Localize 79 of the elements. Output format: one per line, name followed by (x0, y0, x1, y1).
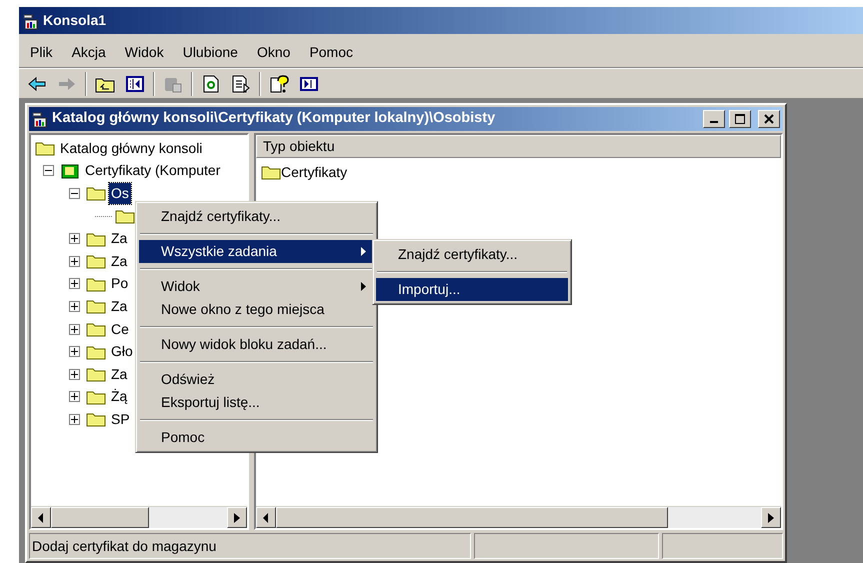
menu-item[interactable]: Ulubione (182, 42, 238, 63)
expand-icon[interactable] (69, 278, 80, 290)
menu-item[interactable]: Importuj... (376, 278, 568, 301)
menu-item[interactable]: Znajdź certyfikaty... (139, 205, 374, 228)
expand-icon[interactable] (69, 256, 80, 267)
tree-item[interactable]: Żą (109, 386, 130, 408)
folder-icon (86, 388, 106, 405)
submenu-arrow-icon (361, 282, 366, 291)
tree-item[interactable]: Za (109, 250, 130, 272)
tree-item[interactable]: Za (109, 296, 130, 317)
collapse-icon[interactable] (43, 165, 54, 176)
expand-icon[interactable] (69, 414, 80, 425)
menu-item[interactable]: Odśwież (139, 368, 374, 391)
close-button[interactable] (758, 110, 780, 128)
certificate-icon (60, 162, 80, 180)
menu-item[interactable]: Nowe okno z tego miejsca (139, 298, 374, 321)
menu-item[interactable]: Nowy widok bloku zadań... (139, 333, 374, 356)
horizontal-scrollbar[interactable] (31, 506, 247, 528)
tree-item[interactable]: SP (109, 408, 132, 430)
folder-icon (86, 411, 106, 428)
expand-icon[interactable] (69, 300, 80, 312)
list-item[interactable]: Certyfikaty (281, 162, 348, 182)
expand-icon[interactable] (69, 346, 80, 358)
menu-item[interactable]: Akcja (72, 42, 106, 63)
minimize-button[interactable] (703, 110, 725, 128)
right-arrow-icon (768, 512, 774, 522)
tree-item[interactable]: Os (109, 182, 131, 204)
scroll-thumb[interactable] (51, 507, 149, 528)
window-title: Konsola1 (43, 11, 106, 30)
menu-item[interactable]: Pomoc (139, 426, 374, 449)
menu-item[interactable]: Wszystkie zadania (139, 240, 374, 263)
folder-icon (261, 164, 281, 180)
expand-icon[interactable] (69, 368, 80, 380)
menu-item[interactable]: Pomoc (309, 42, 354, 63)
folder-icon (35, 140, 55, 156)
expand-icon[interactable] (69, 233, 80, 244)
folder-icon (86, 366, 106, 382)
horizontal-scrollbar[interactable] (256, 506, 781, 528)
menu-item[interactable]: Widok (124, 42, 164, 63)
window-title: Katalog główny konsoli\Certyfikaty (Komputer lokalny)\Osobisty (52, 109, 496, 128)
right-arrow-icon (234, 512, 240, 522)
menu-item[interactable]: Znajdź certyfikaty... (376, 243, 568, 266)
column-header[interactable]: Typ obiektu (256, 135, 781, 158)
minimize-icon (710, 121, 718, 123)
folder-icon (86, 230, 106, 247)
tree-item[interactable]: Gło (109, 341, 135, 362)
app-icon (23, 12, 39, 30)
menu-item[interactable]: Okno (256, 42, 290, 63)
menu-item[interactable]: Plik (30, 42, 53, 63)
scroll-right-button[interactable] (227, 507, 247, 528)
tree-item[interactable]: Za (109, 364, 130, 385)
menu-item[interactable]: Eksportuj listę... (139, 391, 374, 414)
maximize-button[interactable] (729, 110, 751, 128)
tree-item[interactable]: Po (109, 273, 130, 294)
expand-icon[interactable] (69, 324, 80, 335)
scroll-left-button[interactable] (256, 507, 276, 528)
status-text: Dodaj certyfikat do magazynu (29, 533, 471, 559)
left-arrow-icon (263, 512, 269, 522)
tree-item[interactable]: Ce (109, 318, 131, 340)
folder-icon (86, 321, 106, 338)
tree-item[interactable]: Certyfikaty (Komputer (83, 160, 222, 182)
folder-icon (86, 298, 106, 314)
tree-item[interactable]: Za (109, 228, 130, 250)
menu-item[interactable]: Widok (139, 275, 374, 298)
close-icon (764, 114, 774, 124)
app-icon (32, 110, 48, 128)
folder-icon (86, 185, 106, 202)
folder-icon (86, 276, 106, 292)
expand-icon[interactable] (69, 391, 80, 402)
maximize-icon (735, 114, 745, 124)
scroll-left-button[interactable] (31, 507, 51, 528)
folder-icon (86, 253, 106, 270)
tree-item[interactable]: Katalog główny konsoli (58, 138, 204, 159)
submenu-arrow-icon (361, 247, 366, 256)
folder-icon (86, 344, 106, 360)
left-arrow-icon (38, 512, 44, 522)
scroll-right-button[interactable] (761, 507, 781, 528)
collapse-icon[interactable] (69, 188, 80, 199)
scroll-thumb[interactable] (276, 507, 668, 528)
